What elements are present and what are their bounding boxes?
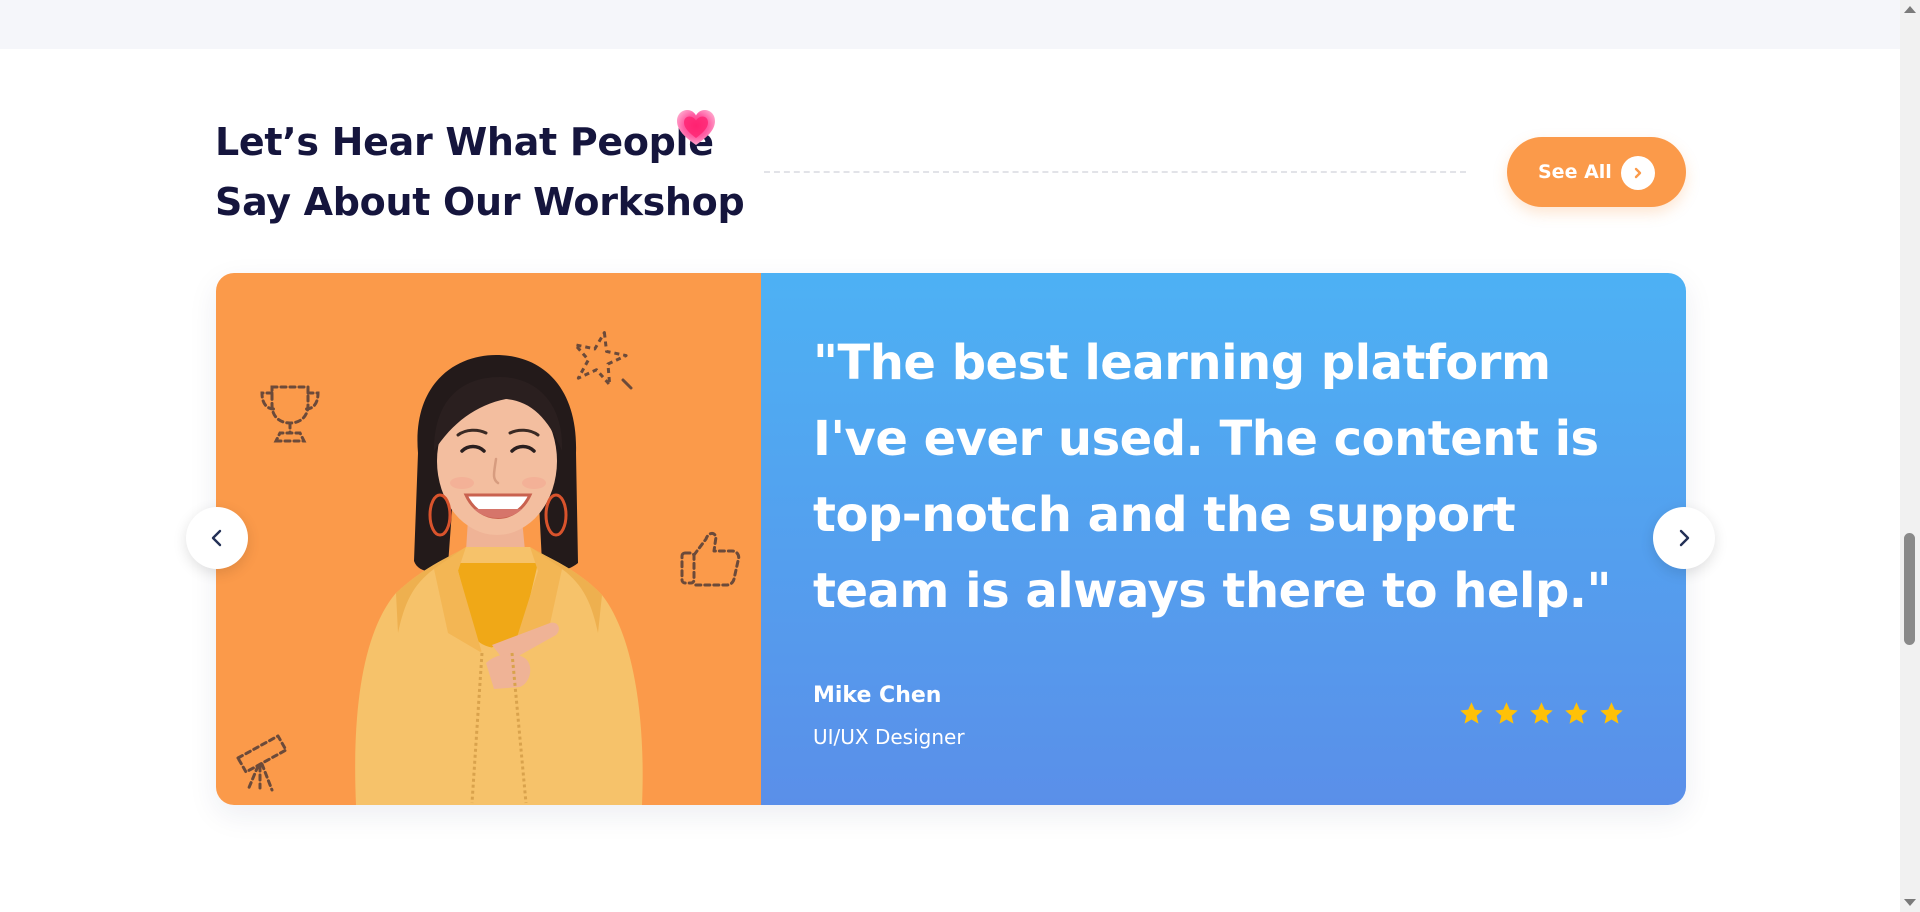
star-rating: [1458, 700, 1625, 727]
testimonial-photo-panel: [216, 273, 761, 805]
star-icon: [1565, 702, 1588, 724]
carousel-next-button[interactable]: [1653, 507, 1715, 569]
star-icon: [1495, 702, 1518, 724]
author-role: UI/UX Designer: [813, 725, 965, 749]
star-icon: [1600, 702, 1623, 724]
trophy-icon: [260, 385, 320, 443]
scrollbar-thumb[interactable]: [1904, 533, 1915, 645]
heading-line-1: Let’s Hear What People: [215, 120, 714, 164]
testimonial-quote: "The best learning platform I've ever us…: [813, 335, 1612, 619]
testimonial-person-photo: [355, 355, 643, 805]
heading-line-2: Say About Our Workshop: [215, 180, 745, 224]
see-all-label: See All: [1538, 161, 1612, 183]
chevron-right-icon: [1679, 529, 1690, 547]
thumbs-up-icon: [680, 531, 741, 587]
testimonial-card: "The best learning platform I've ever us…: [216, 273, 1686, 805]
star-icon: [1530, 702, 1553, 724]
top-band: [0, 0, 1900, 49]
author-name: Mike Chen: [813, 683, 942, 708]
section-heading: Let’s Hear What People Say About Our Wor…: [215, 110, 745, 232]
heading-divider: [764, 171, 1466, 173]
scroll-down-arrow-icon[interactable]: [1904, 899, 1916, 906]
carousel-prev-button[interactable]: [186, 507, 248, 569]
chevron-right-icon: [1621, 156, 1655, 190]
heart-icon: [677, 110, 715, 145]
scroll-up-arrow-icon[interactable]: [1904, 6, 1916, 13]
telescope-icon: [236, 734, 288, 792]
testimonial-content-panel: "The best learning platform I've ever us…: [761, 273, 1686, 805]
see-all-button[interactable]: See All: [1507, 137, 1686, 207]
star-icon: [1460, 702, 1483, 724]
page-scrollbar[interactable]: [1900, 0, 1920, 912]
chevron-left-icon: [211, 529, 222, 547]
